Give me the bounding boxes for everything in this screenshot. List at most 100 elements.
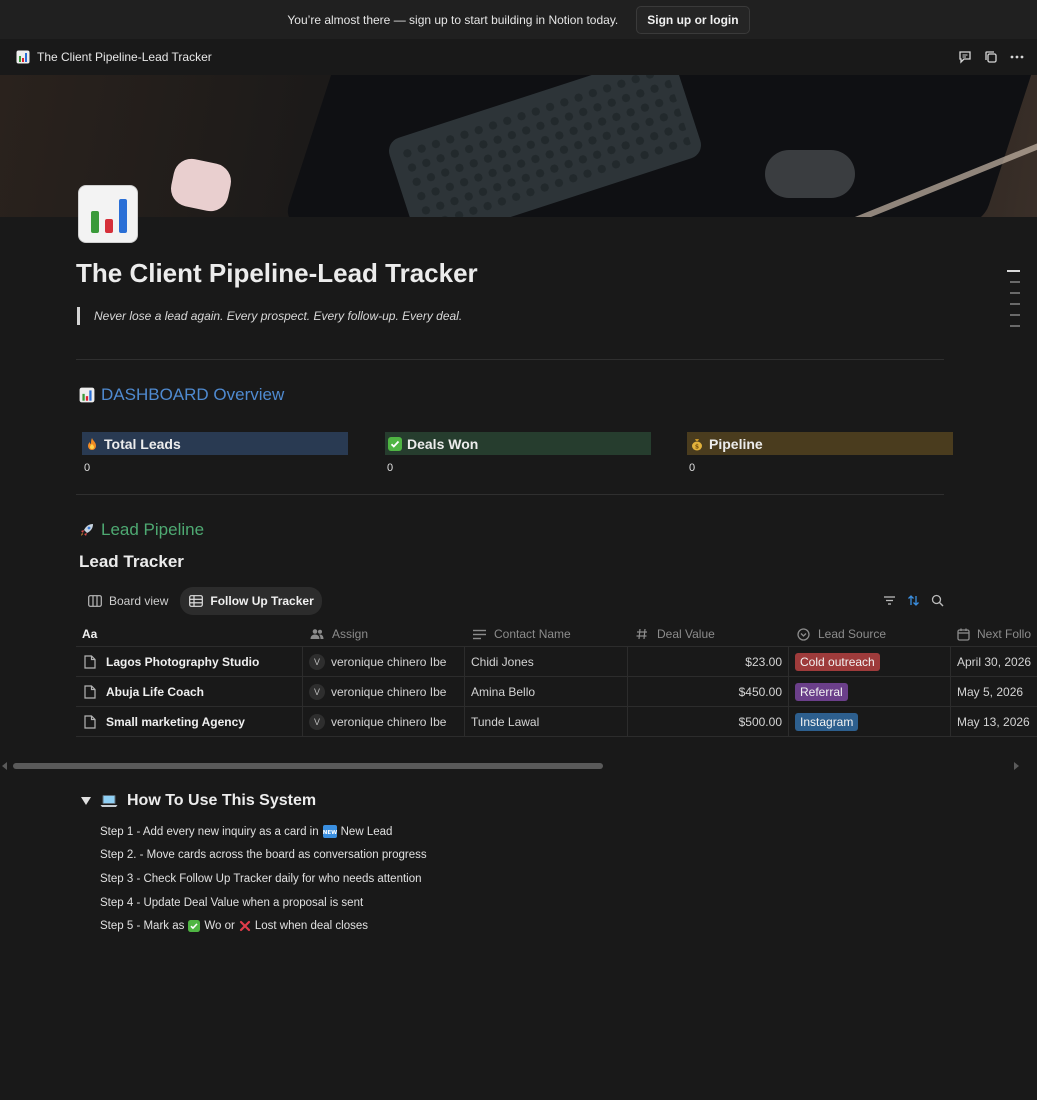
scroll-right-arrow[interactable] [1014, 762, 1019, 770]
assignee-name: veronique chinero Ibe [331, 654, 447, 669]
lead-name-cell[interactable]: Small marketing Agency [76, 707, 303, 736]
tab-follow-up-tracker[interactable]: Follow Up Tracker [180, 587, 322, 615]
stat-pipeline: $ Pipeline 0 [687, 432, 953, 474]
step-text: Step 5 - Mark as [100, 920, 185, 933]
stat-value: 0 [387, 462, 394, 474]
lead-name: Small marketing Agency [106, 714, 245, 729]
svg-text:$: $ [695, 443, 699, 450]
lead-name-cell[interactable]: Lagos Photography Studio [76, 647, 303, 676]
page-icon [82, 684, 98, 700]
select-icon [795, 626, 811, 642]
database-title: Lead Tracker [79, 552, 184, 571]
more-icon[interactable] [1009, 49, 1025, 65]
scrollbar-thumb[interactable] [13, 763, 603, 769]
chart-icon [15, 49, 31, 65]
top-bar: The Client Pipeline-Lead Tracker [0, 39, 1037, 75]
deal-value-cell[interactable]: $23.00 [628, 647, 789, 676]
step-text: Step 1 - Add every new inquiry as a card… [100, 825, 319, 838]
lead-source-cell[interactable]: Referral [789, 677, 951, 706]
column-header-lead-source[interactable]: Lead Source [789, 622, 951, 646]
check-icon [388, 436, 402, 451]
column-header-assign[interactable]: Assign [303, 622, 465, 646]
contact-cell[interactable]: Chidi Jones [465, 647, 628, 676]
column-label: Lead Source [818, 627, 887, 641]
stat-total-leads: Total Leads 0 [82, 432, 348, 474]
breadcrumb[interactable]: The Client Pipeline-Lead Tracker [15, 49, 212, 65]
new-icon: NEW [322, 825, 337, 839]
contact-cell[interactable]: Amina Bello [465, 677, 628, 706]
step-text: New Lead [340, 825, 393, 838]
stat-deals-won: Deals Won 0 [385, 432, 651, 474]
howto-steps: Step 1 - Add every new inquiry as a card… [100, 820, 427, 938]
howto-heading: How To Use This System [127, 792, 317, 809]
contact-cell[interactable]: Tunde Lawal [465, 707, 628, 736]
column-label: Next Follo [977, 627, 1032, 641]
assignee-name: veronique chinero Ibe [331, 684, 447, 699]
lead-source-cell[interactable]: Instagram [789, 707, 951, 736]
table-icon [188, 593, 204, 609]
stat-label: Deals Won [407, 435, 479, 452]
avatar: V [309, 713, 325, 730]
pipeline-heading: Lead Pipeline [79, 520, 204, 540]
column-header-contact[interactable]: Contact Name [465, 622, 628, 646]
deal-value-cell[interactable]: $450.00 [628, 677, 789, 706]
next-follow-up-cell[interactable]: May 5, 2026 [951, 677, 1037, 706]
lead-name: Abuja Life Coach [106, 684, 205, 699]
scroll-left-arrow[interactable] [2, 762, 7, 770]
assign-cell[interactable]: V veronique chinero Ibe [303, 707, 465, 736]
assign-cell[interactable]: V veronique chinero Ibe [303, 677, 465, 706]
signup-banner: You’re almost there — sign up to start b… [0, 0, 1037, 39]
assign-cell[interactable]: V veronique chinero Ibe [303, 647, 465, 676]
table-row[interactable]: Lagos Photography Studio V veronique chi… [76, 647, 1037, 677]
lead-source-tag: Instagram [795, 712, 859, 731]
column-header-next-follow-up[interactable]: Next Follo [951, 622, 1037, 646]
sort-icon[interactable] [905, 592, 921, 608]
dashboard-heading-text: DASHBOARD Overview [101, 385, 285, 404]
step-1: Step 1 - Add every new inquiry as a card… [100, 820, 427, 844]
deal-value-cell[interactable]: $500.00 [628, 707, 789, 736]
pipeline-heading-text: Lead Pipeline [101, 520, 205, 539]
svg-text:NEW: NEW [323, 830, 337, 836]
stat-label-box: Deals Won [385, 432, 651, 455]
divider [76, 359, 944, 360]
comment-icon[interactable] [957, 49, 973, 65]
cross-icon [239, 920, 251, 932]
horizontal-scrollbar[interactable] [0, 760, 1037, 772]
divider [76, 494, 944, 495]
table-row[interactable]: Small marketing Agency V veronique chine… [76, 707, 1037, 737]
signup-button[interactable]: Sign up or login [636, 5, 750, 34]
column-header-deal-value[interactable]: Deal Value [628, 622, 789, 646]
howto-toggle[interactable]: How To Use This System [81, 792, 316, 810]
lead-table: Aa Assign Contact Name Deal Value Lead S… [76, 622, 1037, 737]
lead-name-cell[interactable]: Abuja Life Coach [76, 677, 303, 706]
page-quote: Never lose a lead again. Every prospect.… [77, 307, 462, 325]
duplicate-icon[interactable] [983, 49, 999, 65]
chart-icon [79, 387, 95, 403]
filter-icon[interactable] [881, 592, 897, 608]
rocket-icon [79, 522, 95, 538]
dashboard-heading: DASHBOARD Overview [79, 385, 284, 405]
search-icon[interactable] [929, 592, 945, 608]
tab-board-view[interactable]: Board view [79, 587, 176, 615]
fire-icon [85, 437, 99, 451]
column-label: Deal Value [657, 627, 715, 641]
database-tools [881, 592, 945, 608]
column-header-name[interactable]: Aa [76, 622, 303, 646]
lead-name: Lagos Photography Studio [106, 654, 260, 669]
money-bag-icon: $ [690, 437, 704, 451]
text-icon [471, 626, 487, 642]
table-of-contents[interactable] [1007, 270, 1021, 336]
next-follow-up-cell[interactable]: April 30, 2026 [951, 647, 1037, 676]
table-row[interactable]: Abuja Life Coach V veronique chinero Ibe… [76, 677, 1037, 707]
table-header: Aa Assign Contact Name Deal Value Lead S… [76, 622, 1037, 647]
page-icon [82, 654, 98, 670]
step-text: Step 3 - Check Follow Up Tracker daily f… [100, 872, 422, 885]
toggle-arrow-icon[interactable] [81, 797, 91, 805]
page-chart-icon[interactable] [78, 185, 138, 243]
column-label: Aa [82, 627, 98, 641]
lead-source-cell[interactable]: Cold outreach [789, 647, 951, 676]
lead-source-tag: Referral [795, 682, 848, 701]
next-follow-up-cell[interactable]: May 13, 2026 [951, 707, 1037, 736]
view-tabs: Board view Follow Up Tracker [79, 587, 322, 615]
cover-image [0, 75, 1037, 217]
